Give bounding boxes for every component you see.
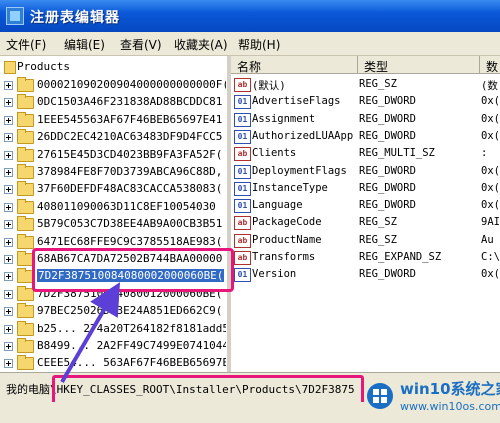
watermark-title: win10系统之家 xyxy=(400,380,500,398)
watermark: win10系统之家 www.win10os.com xyxy=(358,376,500,420)
watermark-url: www.win10os.com xyxy=(400,400,500,413)
annotation-arrow xyxy=(60,282,121,384)
watermark-logo-icon xyxy=(367,383,393,409)
